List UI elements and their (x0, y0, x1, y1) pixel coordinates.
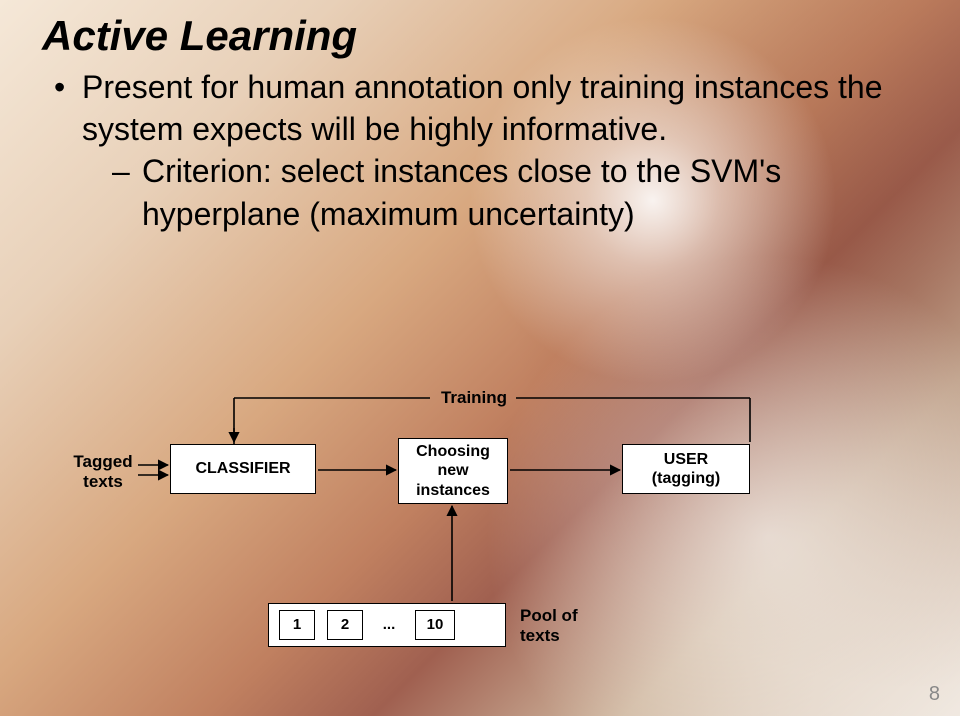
pool-label: Pool of texts (520, 606, 600, 646)
user-box: USER (tagging) (622, 444, 750, 494)
bullet-sub: Criterion: select instances close to the… (112, 150, 918, 234)
classifier-box: CLASSIFIER (170, 444, 316, 494)
pool-item: 1 (279, 610, 315, 640)
tagged-texts-label: Tagged texts (68, 452, 138, 492)
bullet-sub-text: Criterion: select instances close to the… (142, 153, 781, 231)
bullet-main-text: Present for human annotation only traini… (82, 69, 883, 147)
pool-item-10: 10 (427, 616, 444, 634)
page-number: 8 (929, 683, 940, 706)
slide-title: Active Learning (42, 12, 918, 60)
pool-item: 10 (415, 610, 455, 640)
classifier-text: CLASSIFIER (195, 459, 290, 478)
diagram: Training Tagged texts CLASSIFIER Choosin… (0, 388, 960, 668)
pool-item-2: 2 (341, 616, 349, 634)
pool-item: 2 (327, 610, 363, 640)
bullet-main: Present for human annotation only traini… (52, 66, 918, 235)
pool-container: 1 2 ... 10 (268, 603, 506, 647)
pool-ellipsis: ... (375, 616, 403, 634)
user-text: USER (tagging) (652, 450, 720, 488)
choosing-box: Choosing new instances (398, 438, 508, 504)
choosing-text: Choosing new instances (416, 442, 490, 500)
pool-item-1: 1 (293, 616, 301, 634)
training-label: Training (434, 388, 514, 408)
